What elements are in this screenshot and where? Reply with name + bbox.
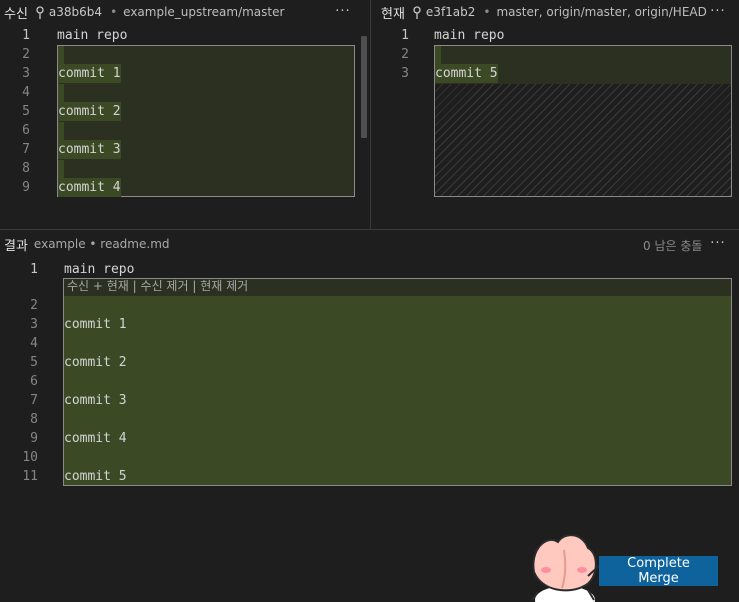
code-line: main repo (434, 28, 505, 43)
line-number: 11 (22, 469, 38, 484)
complete-merge-button[interactable]: Complete Merge (599, 556, 718, 586)
line-number: 2 (401, 47, 409, 62)
line-number: 1 (30, 262, 38, 277)
code-line (435, 46, 441, 64)
incoming-pane-header: 수신 a38b6b4 • example_upstream/master (4, 1, 284, 23)
line-number: 4 (30, 336, 38, 351)
current-separator: • (483, 5, 491, 19)
line-number: 5 (30, 355, 38, 370)
code-line: commit 4 (58, 178, 121, 197)
code-line: commit 1 (64, 317, 127, 332)
incoming-scrollbar[interactable] (361, 36, 367, 138)
code-line: commit 1 (58, 64, 121, 83)
incoming-ref: example_upstream/master (123, 5, 285, 19)
line-number: 8 (22, 161, 30, 176)
line-number: 3 (22, 66, 30, 81)
code-line (58, 160, 64, 178)
line-number: 4 (22, 85, 30, 100)
codelens-separator: | (188, 279, 201, 293)
incoming-separator: • (110, 5, 118, 19)
incoming-title: 수신 (4, 6, 28, 22)
result-conflict-fill (64, 296, 731, 485)
code-line (58, 46, 64, 64)
incoming-more-actions-button[interactable]: ··· (333, 2, 353, 20)
git-commit-icon (36, 6, 44, 19)
peach-mascot-sticker (531, 534, 605, 602)
code-line: main repo (57, 28, 128, 43)
result-editor[interactable]: 1 main repo 수신 + 현재 | 수신 제거 | 현재 제거 2 3 … (0, 258, 739, 498)
current-title: 현재 (381, 6, 405, 22)
remove-incoming-action[interactable]: 수신 제거 (141, 279, 189, 293)
code-line: commit 3 (64, 393, 127, 408)
current-commit-hash[interactable]: e3f1ab2 (426, 5, 475, 19)
line-number: 5 (22, 104, 30, 119)
line-number: 7 (22, 142, 30, 157)
code-line: commit 2 (64, 355, 127, 370)
result-divider[interactable] (0, 229, 739, 230)
line-number: 9 (30, 431, 38, 446)
current-ref: master, origin/master, origin/HEAD (496, 5, 707, 19)
git-commit-icon (413, 6, 421, 19)
line-number: 2 (30, 298, 38, 313)
line-number: 8 (30, 412, 38, 427)
current-pane-header: 현재 e3f1ab2 • master, origin/master, orig… (381, 1, 707, 23)
code-line: commit 5 (64, 469, 127, 484)
remaining-conflicts-count[interactable]: 0 남은 충돌 (643, 237, 702, 254)
current-empty-region (435, 84, 731, 196)
line-number: 6 (22, 123, 30, 138)
code-line (58, 122, 64, 140)
incoming-editor[interactable]: 1 main repo 2 3 commit 1 4 5 commit 2 6 … (0, 24, 370, 229)
line-number: 7 (30, 393, 38, 408)
line-number: 2 (22, 47, 30, 62)
accept-both-action[interactable]: 수신 + 현재 (67, 279, 129, 293)
current-editor[interactable]: 1 main repo 2 3 commit 5 (371, 24, 739, 229)
line-number: 10 (22, 450, 38, 465)
line-number: 3 (401, 66, 409, 81)
code-line: commit 2 (58, 102, 121, 121)
code-line: commit 4 (64, 431, 127, 446)
line-number: 3 (30, 317, 38, 332)
line-number: 6 (30, 374, 38, 389)
result-title: 결과 (4, 238, 28, 254)
code-line (58, 84, 64, 102)
current-more-actions-button[interactable]: ··· (708, 2, 728, 20)
conflict-actions-codelens: 수신 + 현재 | 수신 제거 | 현재 제거 (67, 278, 248, 295)
result-pane-header: 결과 example • readme.md (4, 233, 170, 255)
line-number: 1 (401, 28, 409, 43)
code-line: commit 5 (435, 64, 498, 83)
codelens-separator: | (128, 279, 141, 293)
result-file: example • readme.md (33, 237, 170, 251)
code-line: main repo (64, 262, 135, 277)
remove-current-action[interactable]: 현재 제거 (200, 279, 248, 293)
line-number: 9 (22, 180, 30, 195)
incoming-commit-hash[interactable]: a38b6b4 (49, 5, 102, 19)
result-more-actions-button[interactable]: ··· (708, 234, 728, 252)
code-line: commit 3 (58, 140, 121, 159)
line-number: 1 (22, 28, 30, 43)
